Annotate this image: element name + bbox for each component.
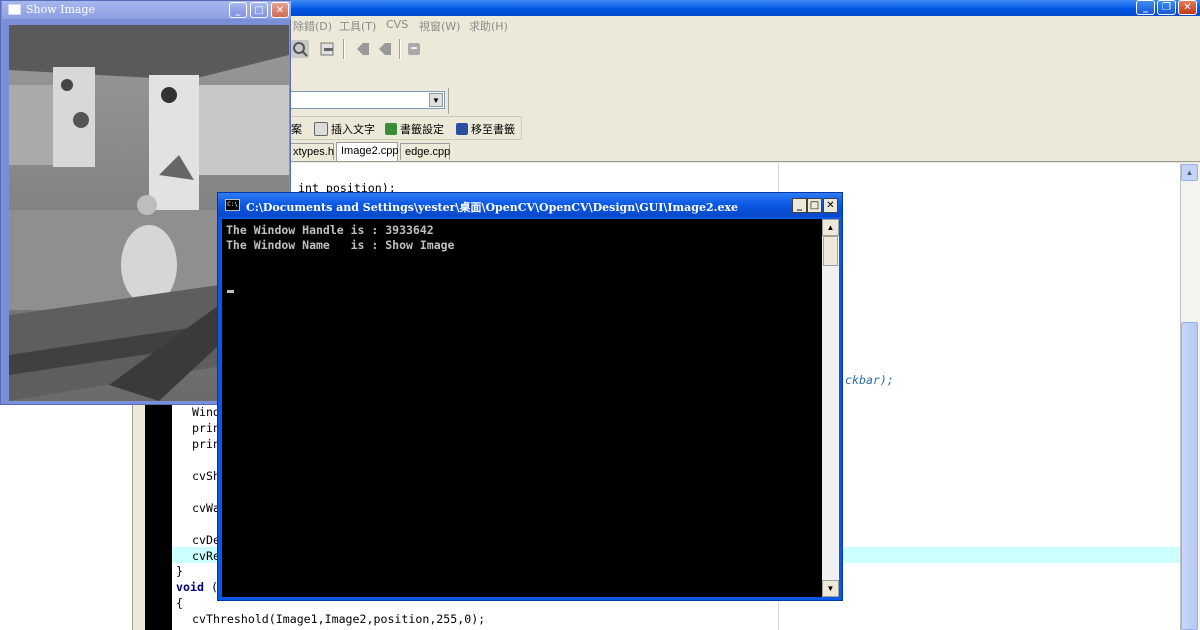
ide-toolbar [285, 36, 515, 62]
console-cursor [227, 290, 234, 293]
bookmark-settings-icon [385, 123, 397, 135]
code-threshold-line: cvThreshold(Image1,Image2,position,255,0… [192, 612, 486, 626]
console-window: C:\ C:\Documents and Settings\yester\桌面\… [217, 192, 843, 601]
ide-close-button[interactable]: ✕ [1178, 0, 1197, 15]
editor-tabs: xtypes.h Image2.cpp edge.cpp [288, 142, 1200, 162]
code-line: cvSh [192, 469, 220, 483]
show-image-title: Show Image [26, 3, 96, 16]
tab-image2-cpp[interactable]: Image2.cpp [336, 142, 398, 161]
code-line: cvWa [192, 501, 220, 515]
code-void-keyword: void [176, 580, 204, 594]
find-icon[interactable] [291, 40, 309, 58]
console-line: The Window Handle is : 3933642 [226, 223, 434, 237]
prev-bookmark-icon[interactable] [353, 40, 371, 58]
ide-minimize-button[interactable]: _ [1136, 0, 1155, 15]
workspace-panel [0, 400, 133, 630]
tab-xtypes-h[interactable]: xtypes.h [288, 143, 334, 160]
console-maximize-button[interactable]: □ [807, 198, 822, 213]
toolbar-divider [448, 88, 449, 114]
code-brace-close: } [176, 564, 183, 578]
goto-bookmark-icon [456, 123, 468, 135]
goto-bookmark-label: 移至書籤 [471, 123, 515, 136]
code-line: prin [192, 437, 220, 451]
chevron-down-icon[interactable]: ▼ [429, 93, 443, 107]
code-line: Wind [192, 405, 220, 419]
console-close-button[interactable]: ✕ [823, 198, 838, 213]
bookmark-toolbar: 案 插入文字 書籤設定 移至書籤 [288, 116, 522, 140]
scroll-up-icon[interactable]: ▲ [1181, 164, 1198, 181]
ide-restore-button[interactable]: ❐ [1157, 0, 1176, 15]
bookmark-settings-button[interactable]: 書籤設定 [385, 121, 444, 137]
bookmark-file-label: 案 [291, 123, 302, 136]
image-minimize-button[interactable]: _ [229, 2, 247, 18]
menu-cvs[interactable]: CVS [386, 18, 408, 31]
code-comment-fragment: ckbar); [845, 373, 894, 387]
toolbar-separator [399, 39, 401, 59]
image-maximize-button[interactable]: □ [250, 2, 268, 18]
window-app-icon [8, 4, 21, 15]
bookmark-file-button[interactable]: 案 [291, 121, 302, 137]
console-minimize-button[interactable]: _ [792, 198, 807, 213]
code-line: cvRe [192, 549, 220, 563]
menu-debug[interactable]: 除錯(D) [293, 18, 332, 34]
code-line: cvDe [192, 533, 220, 547]
console-line: The Window Name is : Show Image [226, 238, 455, 252]
show-image-titlebar[interactable]: Show Image _ □ ✕ [2, 1, 291, 19]
goto-bookmark-button[interactable]: 移至書籤 [456, 121, 515, 137]
bookmark-settings-label: 書籤設定 [400, 123, 444, 136]
scroll-down-icon[interactable]: ▼ [822, 580, 839, 597]
next-bookmark-icon[interactable] [375, 40, 393, 58]
console-app-icon: C:\ [225, 199, 240, 211]
function-combo-box[interactable]: ▼ [285, 91, 445, 109]
clear-bookmarks-icon[interactable] [405, 40, 423, 58]
insert-text-label: 插入文字 [331, 123, 375, 136]
splitter[interactable] [133, 400, 145, 630]
code-brace-open: { [176, 596, 183, 610]
toggle-bookmark-icon[interactable] [318, 40, 336, 58]
editor-scrollbar-thumb[interactable] [1181, 322, 1198, 630]
scroll-up-icon[interactable]: ▲ [822, 219, 839, 236]
code-line: prin [192, 421, 220, 435]
insert-text-icon [314, 122, 328, 136]
tab-edge-cpp[interactable]: edge.cpp [400, 143, 450, 160]
console-vertical-scrollbar[interactable]: ▲ ▼ [822, 219, 839, 597]
image-close-button[interactable]: ✕ [271, 2, 289, 18]
menu-window[interactable]: 視窗(W) [419, 18, 460, 34]
insert-text-button[interactable]: 插入文字 [314, 121, 375, 137]
console-output[interactable]: The Window Handle is : 3933642 The Windo… [222, 219, 822, 597]
console-scrollbar-thumb[interactable] [823, 236, 838, 266]
console-titlebar[interactable]: C:\ C:\Documents and Settings\yester\桌面\… [218, 193, 842, 217]
console-title: C:\Documents and Settings\yester\桌面\Open… [246, 201, 739, 214]
menu-help[interactable]: 求助(H) [469, 18, 508, 34]
toolbar-separator [343, 39, 345, 59]
menu-tools[interactable]: 工具(T) [339, 18, 376, 34]
